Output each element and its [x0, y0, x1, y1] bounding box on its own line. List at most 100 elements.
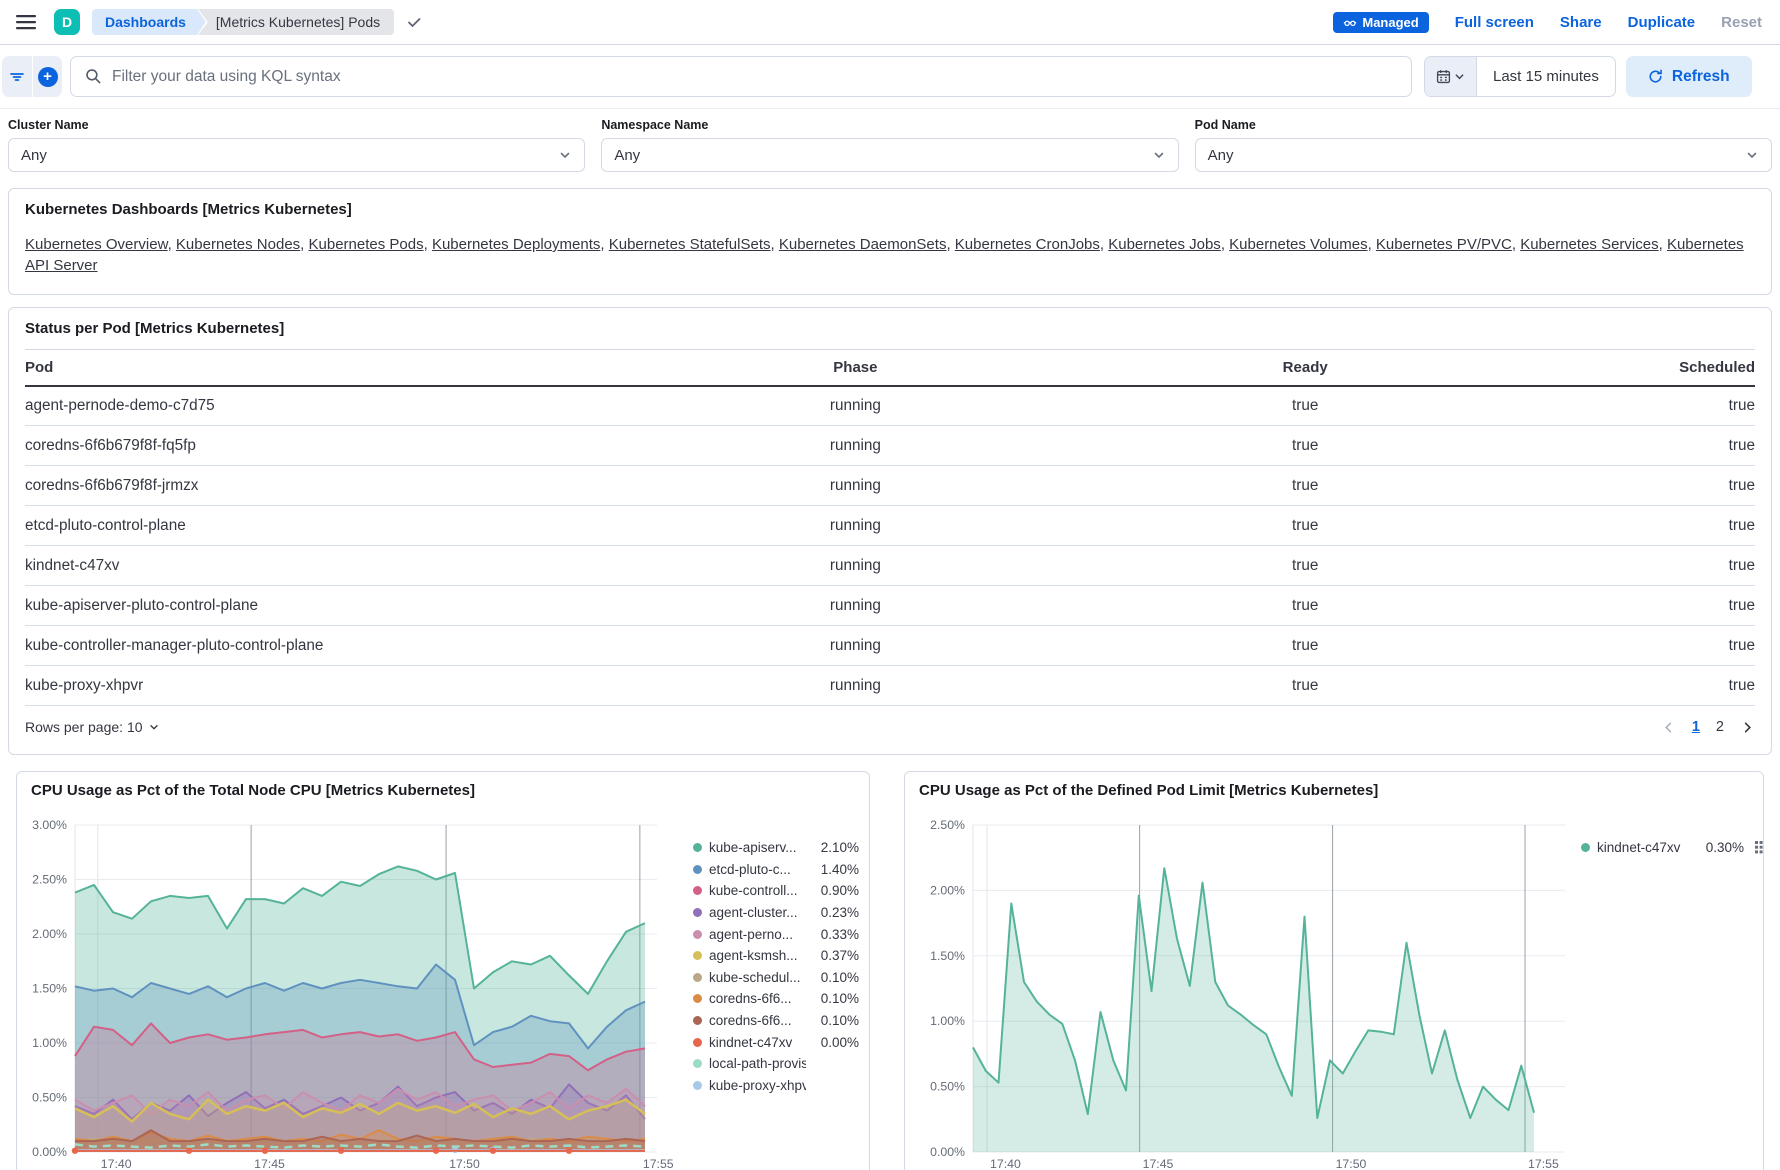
legend-item[interactable]: kube-apiserv...2.10%: [693, 837, 870, 859]
add-filter-button[interactable]: +: [32, 56, 62, 97]
legend-item[interactable]: etcd-pluto-c...1.40%: [693, 859, 870, 881]
duplicate-button[interactable]: Duplicate: [1628, 14, 1696, 31]
page-2-button[interactable]: 2: [1716, 719, 1724, 735]
column-header-phase[interactable]: Phase: [717, 350, 994, 386]
legend-label[interactable]: coredns-6f6...: [709, 991, 806, 1006]
column-header-ready[interactable]: Ready: [994, 350, 1617, 386]
kql-search-bar[interactable]: [70, 56, 1412, 97]
legend-item[interactable]: coredns-6f6...0.10%: [693, 1010, 870, 1032]
legend-label[interactable]: kindnet-c47xv: [709, 1035, 806, 1050]
chart-legend: kube-apiserv...2.10%etcd-pluto-c...1.40%…: [693, 837, 870, 1170]
legend-label[interactable]: coredns-6f6...: [709, 1013, 806, 1028]
dashboard-link[interactable]: Kubernetes CronJobs: [955, 236, 1100, 253]
share-button[interactable]: Share: [1560, 14, 1602, 31]
column-header-scheduled[interactable]: Scheduled: [1617, 350, 1755, 386]
legend-color-dot: [693, 865, 702, 874]
table-cell-scheduled: true: [1617, 666, 1755, 706]
previous-page-button[interactable]: [1661, 720, 1676, 735]
dashboard-link[interactable]: Kubernetes Nodes: [176, 236, 300, 253]
table-cell-pod: agent-pernode-demo-c7d75: [25, 386, 717, 426]
svg-text:0.00%: 0.00%: [32, 1145, 67, 1159]
chevron-right-icon: [1740, 720, 1755, 735]
legend-label[interactable]: kube-apiserv...: [709, 840, 806, 855]
svg-text:2.50%: 2.50%: [930, 818, 965, 832]
pagination: 1 2: [1661, 719, 1755, 735]
legend-label[interactable]: agent-ksmsh...: [709, 948, 806, 963]
legend-label[interactable]: agent-cluster...: [709, 905, 806, 920]
legend-color-dot: [693, 1016, 702, 1025]
legend-value: 0.23%: [813, 905, 859, 920]
next-page-button[interactable]: [1740, 720, 1755, 735]
table-cell-scheduled: true: [1617, 426, 1755, 466]
dashboard-link[interactable]: Kubernetes Pods: [309, 236, 424, 253]
legend-item[interactable]: agent-ksmsh... 0.37%: [693, 945, 870, 967]
dashboard-link[interactable]: Kubernetes Overview: [25, 236, 168, 253]
filter-menu-button[interactable]: [2, 56, 32, 97]
legend-label[interactable]: local-path-provision...: [709, 1056, 806, 1071]
legend-value: 0.37%: [813, 948, 859, 963]
legend-label[interactable]: kindnet-c47xv: [1597, 840, 1691, 855]
full-screen-button[interactable]: Full screen: [1455, 14, 1534, 31]
table-cell-ready: true: [994, 426, 1617, 466]
legend-item[interactable]: kube-proxy-xhpvr: [693, 1075, 870, 1097]
dashboard-link[interactable]: Kubernetes Deployments: [432, 236, 600, 253]
svg-text:17:45: 17:45: [1143, 1157, 1174, 1170]
table-cell-pod: kindnet-c47xv: [25, 546, 717, 586]
legend-color-dot: [1581, 843, 1590, 852]
legend-actions-icon[interactable]: [1755, 841, 1763, 854]
legend-item[interactable]: kindnet-c47xv0.00%: [693, 1031, 870, 1053]
date-picker-button[interactable]: [1425, 57, 1477, 96]
legend-label[interactable]: kube-controll...: [709, 883, 806, 898]
pod-name-select[interactable]: Any: [1195, 138, 1772, 172]
breadcrumb-dashboards[interactable]: Dashboards: [92, 9, 206, 35]
dashboard-link[interactable]: Kubernetes StatefulSets: [609, 236, 771, 253]
dashboard-link[interactable]: Kubernetes PV/PVC: [1376, 236, 1512, 253]
page-1-button[interactable]: 1: [1692, 719, 1700, 735]
table-cell-scheduled: true: [1617, 466, 1755, 506]
reset-button[interactable]: Reset: [1721, 14, 1762, 31]
table-row: coredns-6f6b679f8f-jrmzxrunningtruetrue: [25, 466, 1755, 506]
column-header-pod[interactable]: Pod: [25, 350, 717, 386]
dashboard-link[interactable]: Kubernetes DaemonSets: [779, 236, 947, 253]
table-cell-scheduled: true: [1617, 586, 1755, 626]
kql-input[interactable]: [112, 68, 1397, 86]
legend-value: 0.33%: [813, 927, 859, 942]
cpu-limit-chart[interactable]: 2.50%2.00%1.50%1.00%0.50%0.00%17:40Octob…: [913, 801, 1573, 1170]
chart-content: 3.00%2.50%2.00%1.50%1.00%0.50%0.00%17:40…: [17, 801, 869, 1170]
legend-item[interactable]: agent-perno... 0.33%: [693, 923, 870, 945]
cluster-name-select[interactable]: Any: [8, 138, 585, 172]
legend-label[interactable]: etcd-pluto-c...: [709, 862, 806, 877]
chevron-left-icon: [1661, 720, 1676, 735]
dashboard-link[interactable]: Kubernetes Jobs: [1108, 236, 1221, 253]
table-cell-scheduled: true: [1617, 386, 1755, 426]
svg-text:1.50%: 1.50%: [930, 949, 965, 963]
legend-item[interactable]: kube-schedul...0.10%: [693, 967, 870, 989]
namespace-name-select[interactable]: Any: [601, 138, 1178, 172]
refresh-button[interactable]: Refresh: [1626, 56, 1752, 97]
chart-legend: kindnet-c47xv0.30%: [1581, 837, 1763, 1170]
search-icon: [85, 68, 102, 85]
dashboard-link[interactable]: Kubernetes Volumes: [1229, 236, 1367, 253]
managed-badge[interactable]: Managed: [1333, 12, 1428, 33]
menu-button[interactable]: [12, 10, 40, 34]
cpu-node-chart[interactable]: 3.00%2.50%2.00%1.50%1.00%0.50%0.00%17:40…: [25, 801, 685, 1170]
breadcrumb-current[interactable]: [Metrics Kubernetes] Pods: [198, 9, 394, 35]
time-range-display[interactable]: Last 15 minutes: [1477, 68, 1615, 85]
space-logo[interactable]: D: [54, 9, 80, 35]
legend-label[interactable]: agent-perno...: [709, 927, 806, 942]
legend-item[interactable]: local-path-provision...: [693, 1053, 870, 1075]
legend-label[interactable]: kube-proxy-xhpvr: [709, 1078, 806, 1093]
rows-per-page-button[interactable]: Rows per page: 10: [25, 719, 160, 735]
legend-item[interactable]: kube-controll...0.90%: [693, 880, 870, 902]
table-footer: Rows per page: 10 1 2: [25, 706, 1755, 748]
legend-item[interactable]: agent-cluster... 0.23%: [693, 902, 870, 924]
legend-item[interactable]: coredns-6f6...0.10%: [693, 988, 870, 1010]
cluster-name-label: Cluster Name: [8, 118, 585, 132]
dashboard-link[interactable]: Kubernetes Services: [1520, 236, 1658, 253]
chart-content: 2.50%2.00%1.50%1.00%0.50%0.00%17:40Octob…: [905, 801, 1763, 1170]
legend-color-dot: [693, 908, 702, 917]
table-cell-phase: running: [717, 426, 994, 466]
legend-label[interactable]: kube-schedul...: [709, 970, 806, 985]
legend-item[interactable]: kindnet-c47xv0.30%: [1581, 837, 1763, 859]
date-picker: Last 15 minutes: [1424, 56, 1616, 97]
